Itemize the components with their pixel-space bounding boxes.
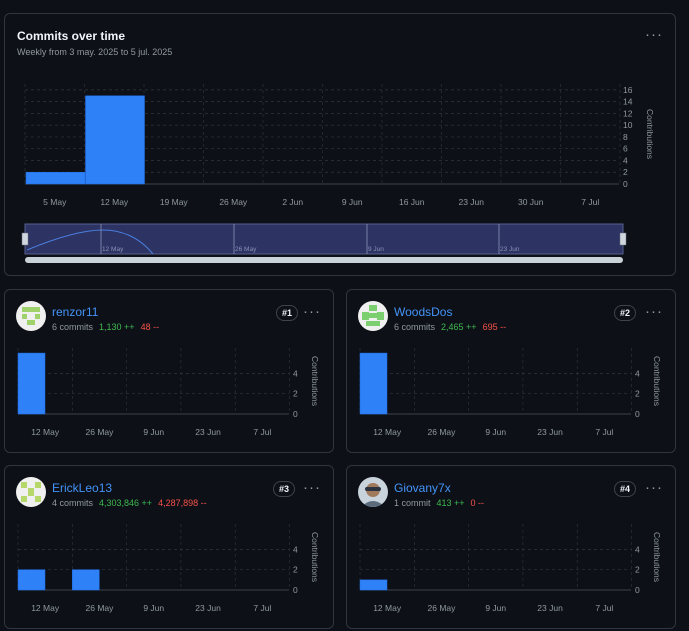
x-tick-label: 23 Jun xyxy=(537,603,563,613)
x-tick-label: 26 May xyxy=(86,427,115,437)
x-tick-label: 23 Jun xyxy=(458,197,484,207)
commits-over-time-card: Commits over time Weekly from 3 may. 202… xyxy=(4,13,676,276)
contributor-card: WoodsDos 6 commits 2,465 ++ 695 -- #2 ··· … xyxy=(346,289,676,453)
y-tick-label: 0 xyxy=(635,585,640,595)
brush-tick-label: 26 May xyxy=(235,246,257,253)
x-tick-label: 12 May xyxy=(373,603,402,613)
y-tick-label: 0 xyxy=(623,179,628,189)
y-tick-label: 2 xyxy=(635,389,640,399)
contributor-chart: 0 2 4 12 May 26 May 9 Jun 23 Jun 7 Jul Contribut… xyxy=(359,348,662,437)
x-tick-label: 23 Jun xyxy=(537,427,563,437)
x-tick-label: 7 Jul xyxy=(595,427,613,437)
y-tick-label: 2 xyxy=(623,167,628,177)
y-tick-label: 2 xyxy=(293,389,298,399)
x-tick-label: 23 Jun xyxy=(195,427,221,437)
x-tick-label: 7 Jul xyxy=(581,197,599,207)
bar xyxy=(359,579,388,591)
contributor-chart: 0 2 4 12 May 26 May 9 Jun 23 Jun 7 Jul Contribut… xyxy=(17,524,320,613)
x-tick-label: 9 Jun xyxy=(143,603,164,613)
x-tick-label: 26 May xyxy=(428,603,457,613)
scrollbar[interactable] xyxy=(25,257,623,263)
brush-handle-right xyxy=(619,232,627,246)
x-tick-label: 7 Jul xyxy=(595,603,613,613)
brush-tick-label: 9 Jun xyxy=(368,246,384,253)
y-axis-label: Contributions xyxy=(310,356,320,406)
x-tick-label: 9 Jun xyxy=(485,427,506,437)
y-axis-label: Contributions xyxy=(652,356,662,406)
bar xyxy=(359,352,388,415)
y-tick-label: 4 xyxy=(293,544,298,554)
x-tick-label: 2 Jun xyxy=(282,197,303,207)
x-tick-label: 7 Jul xyxy=(253,603,271,613)
x-tick-label: 19 May xyxy=(160,197,189,207)
x-tick-label: 30 Jun xyxy=(518,197,544,207)
x-tick-label: 9 Jun xyxy=(342,197,363,207)
y-tick-label: 4 xyxy=(293,368,298,378)
y-axis-label: Contributions xyxy=(310,532,320,582)
bar xyxy=(25,171,86,185)
x-tick-label: 12 May xyxy=(31,603,60,613)
contributor-card: Giovany7x 1 commit 413 ++ 0 -- #4 ··· 0241… xyxy=(346,465,676,629)
y-tick-label: 0 xyxy=(293,409,298,419)
bar xyxy=(72,569,100,591)
bar xyxy=(85,95,145,185)
x-tick-label: 26 May xyxy=(219,197,248,207)
contributor-card: renzor11 6 commits 1,130 ++ 48 -- #1 ··· 0… xyxy=(4,289,334,453)
y-axis-label: Contributions xyxy=(652,532,662,582)
x-tick-label: 12 May xyxy=(100,197,129,207)
y-tick-label: 14 xyxy=(623,97,633,107)
contributor-card: ErickLeo13 4 commits 4,303,846 ++ 4,287,89… xyxy=(4,465,334,629)
bar xyxy=(17,569,46,591)
x-tick-label: 5 May xyxy=(43,197,67,207)
x-tick-label: 23 Jun xyxy=(195,603,221,613)
x-tick-label: 26 May xyxy=(428,427,457,437)
y-tick-label: 2 xyxy=(635,565,640,575)
y-axis-label: Contributions xyxy=(645,109,655,159)
brush-handle-left xyxy=(21,232,29,246)
x-tick-label: 7 Jul xyxy=(253,427,271,437)
brush-tick-label: 23 Jun xyxy=(500,246,520,253)
y-tick-label: 4 xyxy=(635,368,640,378)
brush-tick-label: 12 May xyxy=(102,246,124,253)
contributor-chart: 0 2 4 12 May 26 May 9 Jun 23 Jun 7 Jul Contribut… xyxy=(17,348,320,437)
x-tick-label: 9 Jun xyxy=(485,603,506,613)
y-tick-label: 0 xyxy=(293,585,298,595)
y-tick-label: 16 xyxy=(623,85,633,95)
y-tick-label: 10 xyxy=(623,120,633,130)
y-tick-label: 6 xyxy=(623,144,628,154)
x-tick-label: 16 Jun xyxy=(399,197,425,207)
x-tick-label: 12 May xyxy=(373,427,402,437)
y-tick-label: 12 xyxy=(623,108,633,118)
y-tick-label: 4 xyxy=(635,544,640,554)
x-tick-label: 9 Jun xyxy=(143,427,164,437)
y-tick-label: 0 xyxy=(635,409,640,419)
contributor-chart: 0 2 4 12 May 26 May 9 Jun 23 Jun 7 Jul Contribut… xyxy=(359,524,662,613)
x-tick-label: 12 May xyxy=(31,427,60,437)
y-tick-label: 4 xyxy=(623,155,628,165)
y-tick-label: 2 xyxy=(293,565,298,575)
commits-chart: 0 2 46 8 10 1214 16 5 May 12 May 19 May 26 May 2 Ju… xyxy=(21,84,655,263)
y-tick-label: 8 xyxy=(623,132,628,142)
bar xyxy=(17,352,46,415)
x-tick-label: 26 May xyxy=(86,603,115,613)
